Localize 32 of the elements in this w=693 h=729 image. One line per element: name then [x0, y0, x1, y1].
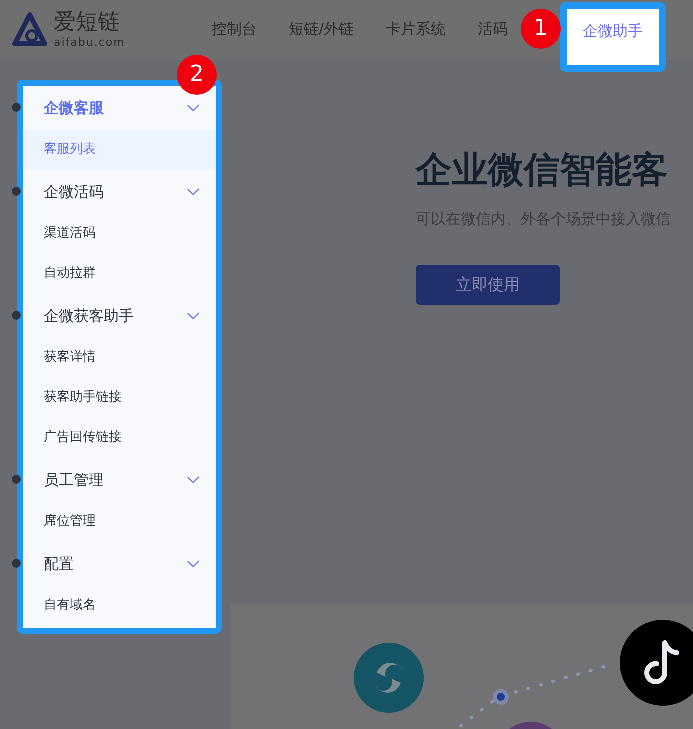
group-icon — [12, 103, 21, 112]
logo-domain: aifabu.com — [54, 36, 126, 49]
menu-group-label: 配置 — [44, 554, 75, 574]
group-icon — [12, 311, 21, 320]
chevron-icon — [187, 312, 200, 320]
menu-item[interactable]: 获客详情 — [23, 338, 216, 378]
hero-title: 企业微信智能客 — [416, 149, 668, 193]
chevron-icon — [187, 476, 200, 484]
menu-group-label: 企微活码 — [44, 182, 105, 202]
menu-item[interactable]: 客服列表 — [23, 130, 216, 170]
menu-item[interactable]: 获客助手链接 — [23, 378, 216, 418]
group-icon — [12, 187, 21, 196]
music-note-icon — [620, 620, 693, 706]
menu-item[interactable]: 自有域名 — [23, 586, 216, 626]
menu-item[interactable]: 广告回传链接 — [23, 418, 216, 458]
logo-icon — [12, 12, 48, 48]
menu-item[interactable]: 席位管理 — [23, 502, 216, 542]
logo-name: 爱短链 — [54, 10, 121, 36]
group-icon — [12, 475, 21, 484]
group-icon — [12, 559, 21, 568]
menu-group-label: 企微客服 — [44, 98, 105, 118]
chevron-icon — [187, 560, 200, 568]
chat-app-icon — [354, 643, 424, 713]
nav-tab[interactable]: 企微助手 — [560, 2, 666, 72]
use-now-button[interactable]: 立即使用 — [416, 265, 560, 305]
menu-item[interactable]: 渠道活码 — [23, 214, 216, 254]
chevron-icon — [187, 188, 200, 196]
chevron-icon — [187, 104, 200, 112]
dot-icon — [493, 689, 509, 705]
menu-group-label: 员工管理 — [44, 470, 105, 490]
menu-item[interactable]: 自动拉群 — [23, 254, 216, 294]
menu-group-label: 企微获客助手 — [44, 306, 135, 326]
